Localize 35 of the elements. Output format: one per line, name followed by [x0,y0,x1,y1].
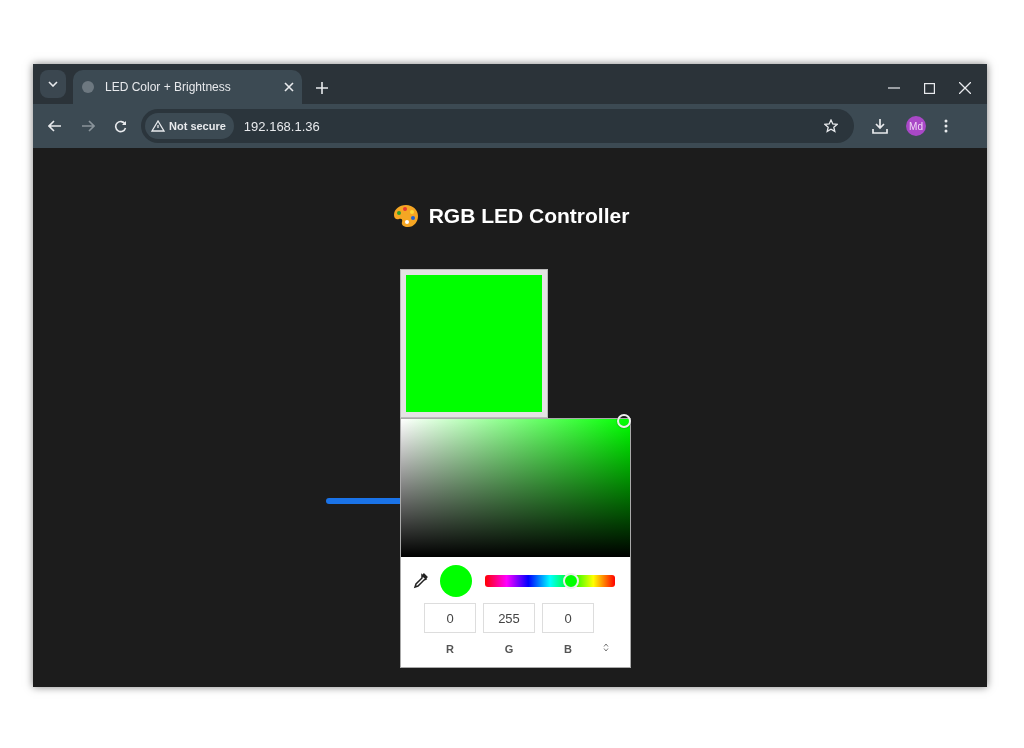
warning-icon [151,120,165,132]
close-icon[interactable] [284,82,294,92]
close-icon[interactable] [959,82,971,94]
url-text: 192.168.1.36 [243,118,321,134]
tab-title: LED Color + Brightness [105,80,232,94]
saturation-gradient[interactable] [401,419,630,557]
globe-icon [81,80,95,94]
channel-input[interactable]: 0 [424,603,476,633]
palette-icon [392,204,419,228]
menu-icon[interactable] [944,119,948,133]
tab-search-button[interactable] [40,70,66,98]
back-arrow-icon[interactable] [48,120,62,132]
channel-input[interactable]: 255 [483,603,535,633]
eyedropper-icon[interactable] [412,573,428,589]
up-down-icon[interactable] [603,643,609,652]
channel-label: G [504,643,514,655]
download-icon[interactable] [872,118,888,134]
reload-icon[interactable] [114,119,127,133]
maximize-icon[interactable] [924,82,935,94]
forward-arrow-icon[interactable] [81,120,95,132]
channel-input[interactable]: 0 [542,603,594,633]
channel-label: B [564,643,572,655]
hue-slider[interactable] [485,575,615,587]
color-swatch[interactable] [400,269,548,418]
channel-label: R [446,643,454,655]
page-title: RGB LED Controller [428,204,630,228]
chevron-down-icon [48,81,58,87]
new-tab-icon[interactable] [316,82,328,94]
security-chip[interactable]: Not secure [145,113,234,139]
browser-tab[interactable]: LED Color + Brightness [73,70,302,104]
picker-handle[interactable] [617,414,631,428]
profile-avatar[interactable]: Md [906,116,926,136]
slider-thumb[interactable] [562,573,579,589]
star-icon[interactable] [824,119,838,133]
address-bar[interactable]: Not secure 192.168.1.36 [141,109,854,143]
